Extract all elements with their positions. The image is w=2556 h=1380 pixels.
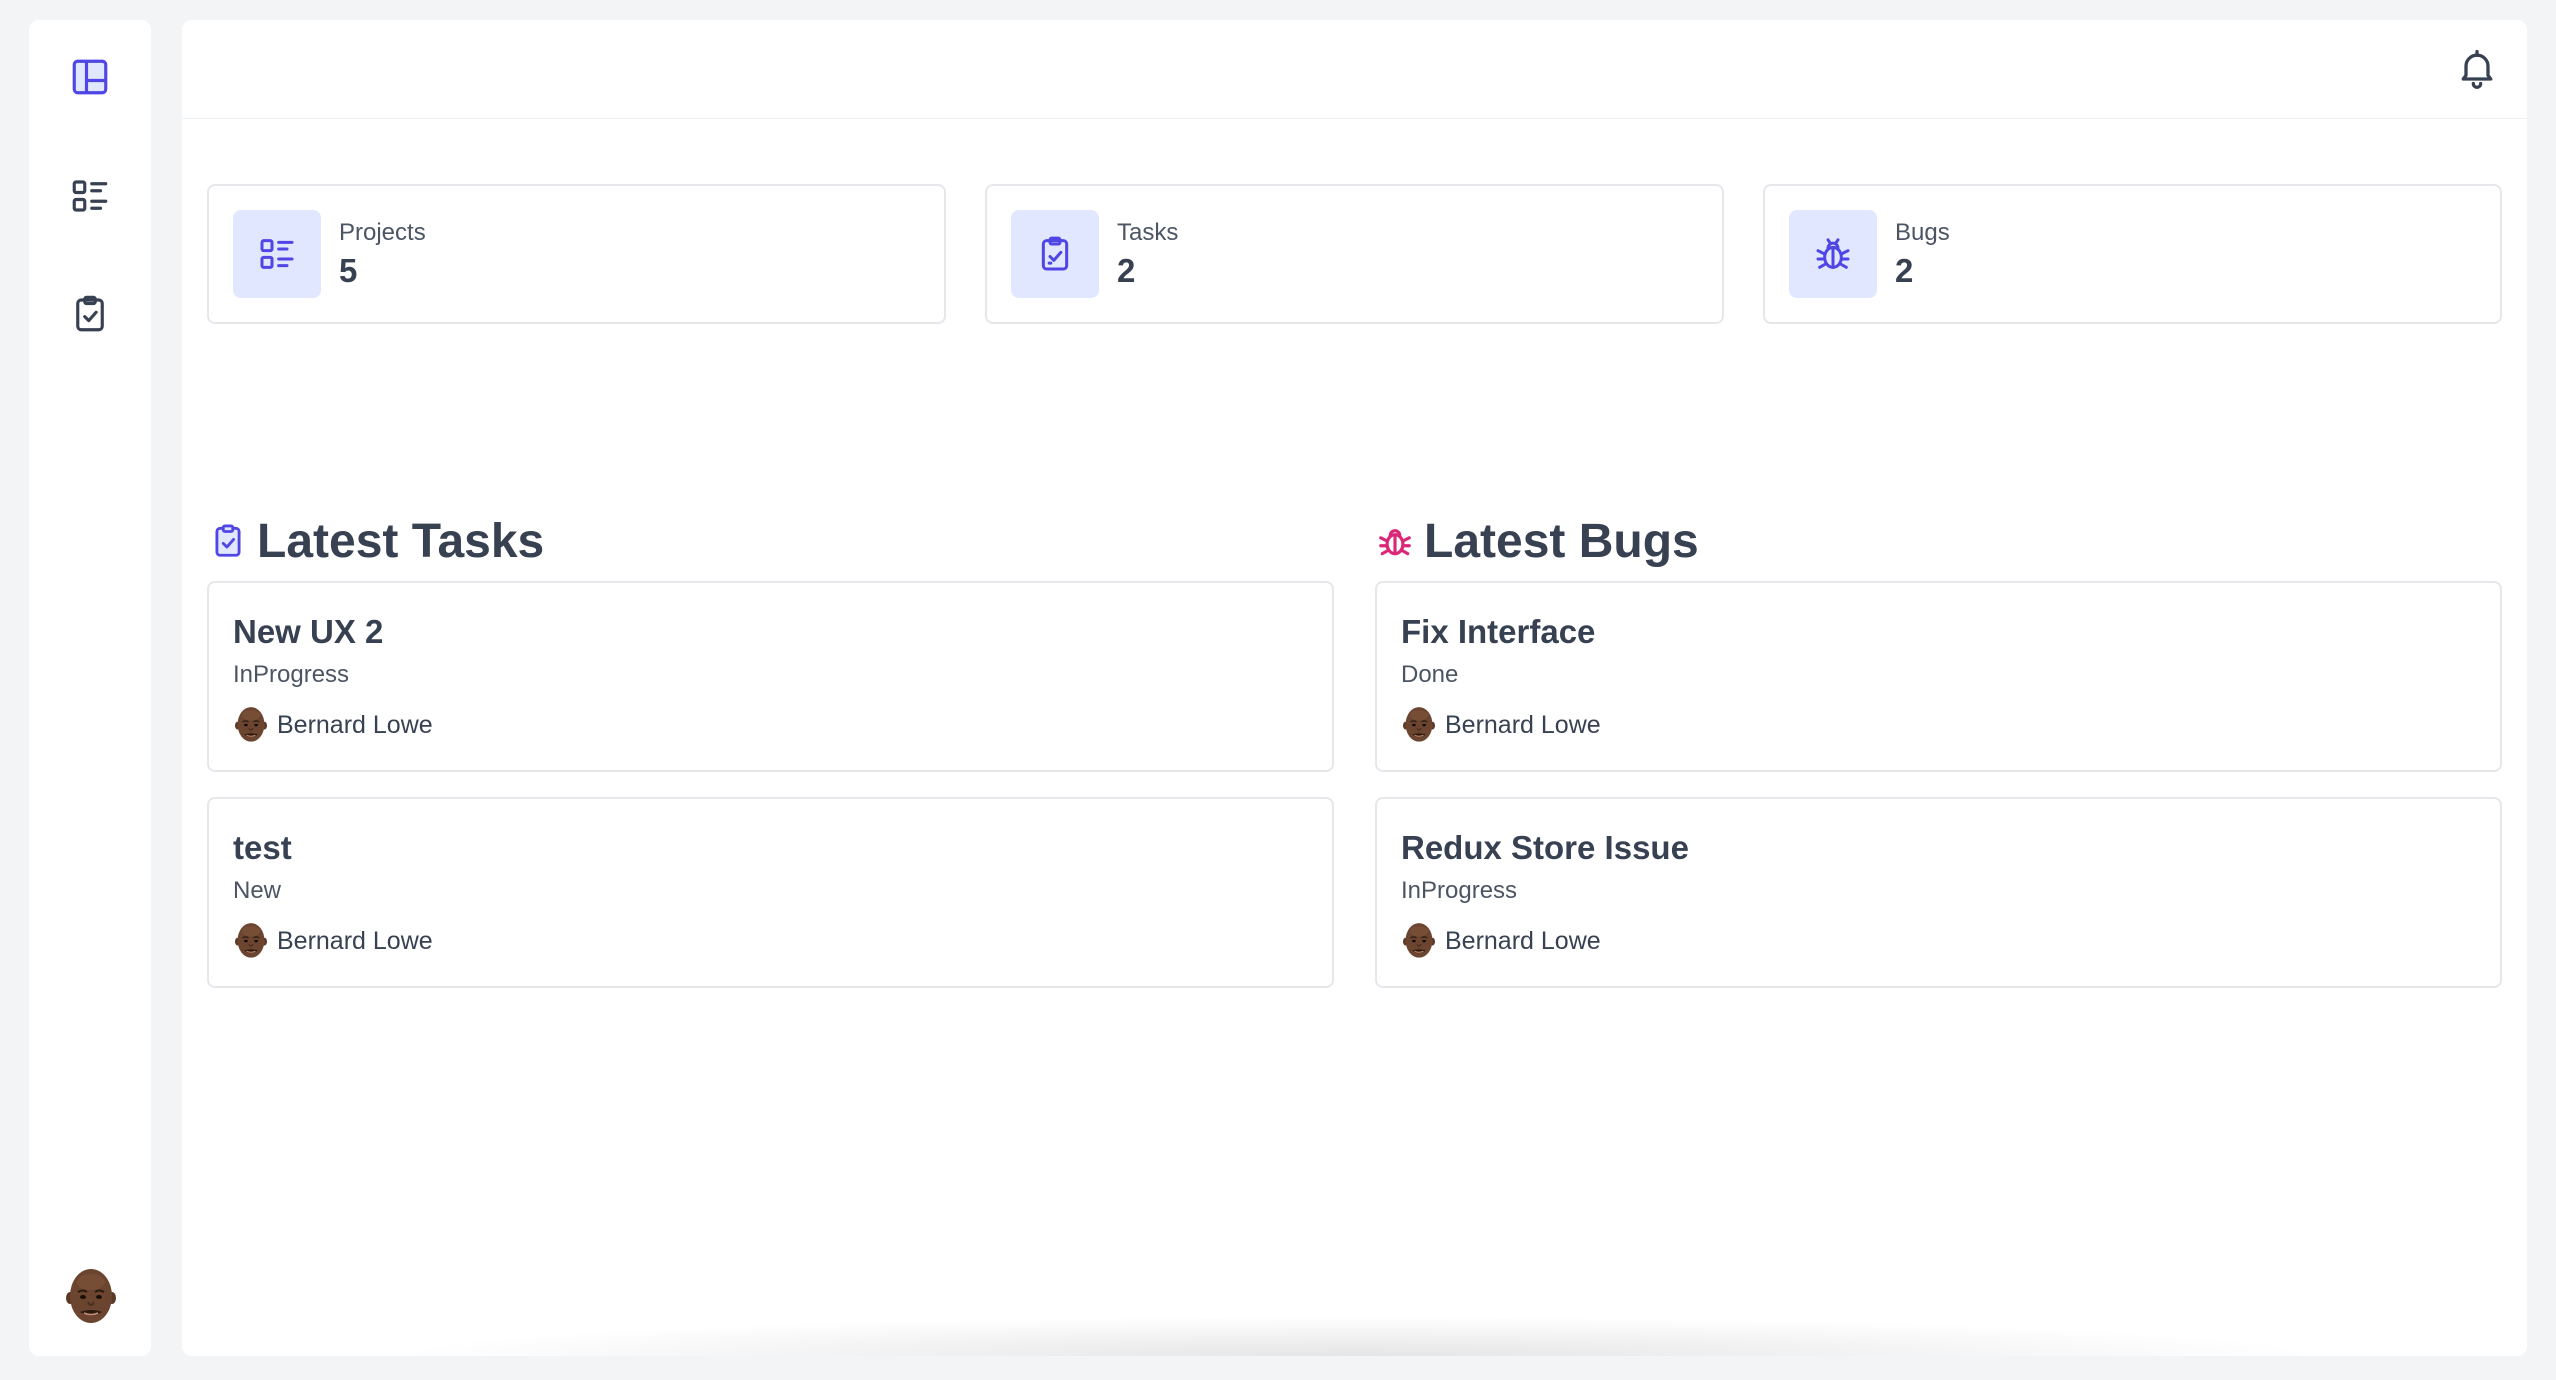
task-card[interactable]: New UX 2 InProgress Bernard Lowe	[207, 581, 1334, 772]
bottom-shadow	[382, 1316, 2332, 1356]
assignee-name: Bernard Lowe	[277, 926, 433, 955]
task-card[interactable]: test New Bernard Lowe	[207, 797, 1334, 988]
assignee-name: Bernard Lowe	[1445, 926, 1601, 955]
stat-card-bugs[interactable]: Bugs 2	[1763, 184, 2502, 324]
section-title-text: Latest Tasks	[257, 514, 545, 568]
task-title: test	[233, 829, 292, 866]
user-avatar[interactable]	[66, 1268, 116, 1326]
stat-icon-bugs	[1789, 210, 1877, 298]
stat-label: Tasks	[1117, 219, 1179, 246]
projects-list-icon	[260, 239, 294, 269]
task-status: New	[233, 877, 282, 904]
assignee: Bernard Lowe	[1403, 921, 1601, 961]
bug-title: Redux Store Issue	[1401, 829, 1689, 866]
sidebar	[29, 20, 151, 1356]
projects-list-icon	[72, 180, 108, 212]
bug-status: Done	[1401, 661, 1459, 688]
assignee-avatar	[1403, 922, 1435, 960]
section-title-text: Latest Bugs	[1424, 514, 1699, 568]
task-status: InProgress	[233, 661, 350, 688]
bug-status: InProgress	[1401, 877, 1518, 904]
stat-value: 2	[1117, 252, 1136, 289]
stat-card-projects[interactable]: Projects 5	[207, 184, 946, 324]
latest-tasks-heading: Latest Tasks	[209, 510, 544, 572]
dashboard-icon	[72, 59, 108, 95]
stat-icon-projects	[233, 210, 321, 298]
bug-card[interactable]: Fix Interface Done Bernard Lowe	[1375, 581, 2502, 772]
tasks-clipboard-icon	[76, 295, 104, 332]
sidebar-item-tasks[interactable]	[61, 285, 119, 343]
assignee-avatar	[235, 706, 267, 744]
assignee-avatar	[1403, 706, 1435, 744]
stat-card-tasks[interactable]: Tasks 2	[985, 184, 1724, 324]
sidebar-item-projects[interactable]	[61, 167, 119, 225]
assignee-name: Bernard Lowe	[1445, 710, 1601, 739]
sidebar-item-dashboard[interactable]	[61, 48, 119, 106]
stat-icon-tasks	[1011, 210, 1099, 298]
notifications-button[interactable]	[2451, 42, 2503, 94]
stat-value: 2	[1895, 252, 1914, 289]
stat-value: 5	[339, 252, 358, 289]
bug-card[interactable]: Redux Store Issue InProgress Bernard Low…	[1375, 797, 2502, 988]
assignee-avatar	[235, 922, 267, 960]
tasks-clipboard-icon	[215, 524, 241, 557]
task-title: New UX 2	[233, 613, 384, 650]
assignee: Bernard Lowe	[235, 921, 433, 961]
tasks-clipboard-icon	[1041, 236, 1069, 271]
assignee-name: Bernard Lowe	[277, 710, 433, 739]
bug-icon	[1816, 238, 1850, 269]
assignee: Bernard Lowe	[235, 705, 433, 745]
main-panel: Projects 5 Tasks 2 Bugs 2 Latest Tasks N…	[182, 20, 2527, 1356]
assignee: Bernard Lowe	[1403, 705, 1601, 745]
bug-icon	[1379, 529, 1411, 556]
stat-label: Bugs	[1895, 219, 1950, 246]
latest-bugs-heading: Latest Bugs	[1376, 510, 1699, 572]
top-bar	[182, 20, 2527, 119]
bell-icon	[2461, 49, 2493, 89]
bug-title: Fix Interface	[1401, 613, 1596, 650]
stat-label: Projects	[339, 219, 426, 246]
